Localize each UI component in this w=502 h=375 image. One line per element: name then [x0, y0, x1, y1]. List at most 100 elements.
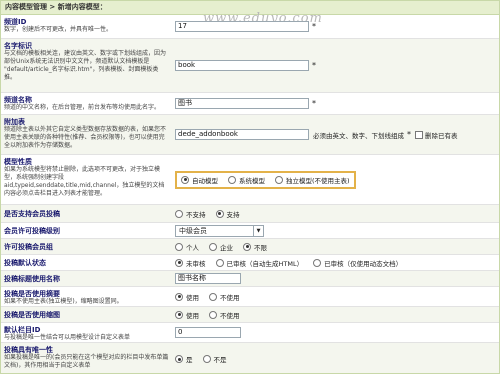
row-model-type: 模型性质 如果为系统模型将禁止删除，此选项不可更改，对于独立模型，系统强制创建字段…	[1, 155, 499, 205]
status-option-unreviewed[interactable]: 未审核	[175, 258, 206, 268]
option-label: 企业	[220, 243, 233, 252]
label: 投稿是否使用摘要	[4, 290, 60, 298]
desc: 频道除主表以外其它自定义类型数据存放数据的表，如果您不使用主表关联的各种特性(推…	[4, 126, 167, 149]
row-default-status: 投稿默认状态 未审核 已审核（自动生成HTML） 已审核（仅使用动态文档）	[1, 255, 499, 271]
label: 默认栏目ID	[4, 326, 41, 334]
option-label: 不支持	[186, 210, 206, 219]
desc: 与投稿是唯一性结合可以用模型设计自定义表单	[4, 334, 131, 341]
row-name-id: 名字标识 与文档的模板相关连，建议由英文、数字或下划线组成，因为部份Unix系统无…	[1, 39, 499, 93]
summary-option-no[interactable]: 不使用	[209, 292, 240, 302]
row-member-group: 许可投稿会员组 个人 企业 不限	[1, 239, 499, 255]
unique-option-no[interactable]: 不是	[202, 354, 227, 364]
row-unique: 投稿具有唯一性 如果投稿是唯一的(会员只能在这个模型对应的栏目中发布单篇文档)，其…	[1, 343, 499, 373]
unique-option-yes[interactable]: 是	[175, 354, 193, 364]
option-label: 使用	[186, 293, 199, 302]
radio-icon	[215, 209, 224, 218]
option-label: 已审核（仅使用动态文档）	[324, 259, 403, 268]
required-mark: *	[312, 99, 316, 108]
option-label: 支持	[226, 210, 240, 219]
radio-icon	[313, 258, 322, 267]
label: 频道名称	[4, 96, 32, 104]
select-value: 中级会员	[179, 226, 207, 235]
radio-icon	[175, 242, 183, 251]
row-title-name: 投稿标题使用名称 图书名称	[1, 271, 499, 287]
delete-table-checkbox[interactable]	[415, 130, 423, 139]
option-label: 是	[186, 356, 193, 364]
radio-icon	[209, 242, 217, 251]
model-type-option-standalone[interactable]: 独立模型(不使用主表)	[275, 175, 350, 185]
desc: 如果投稿是唯一的(会员只能在这个模型对应的栏目中发布单篇文档)，其作用相当于自定…	[4, 354, 169, 369]
desc: 如果不使用主表(独立模型)，缩略图设置同。	[4, 298, 123, 305]
chevron-down-icon: ▼	[253, 225, 263, 236]
option-label: 未审核	[186, 259, 206, 268]
row-member-level: 会员许可投稿级别 中级会员 ▼	[1, 223, 499, 239]
radio-icon	[209, 310, 217, 319]
option-label: 系统模型	[239, 176, 265, 185]
option-label: 已审核（自动生成HTML）	[226, 259, 304, 268]
row-default-column: 默认栏目ID 与投稿是唯一性结合可以用模型设计自定义表单 0	[1, 323, 499, 343]
status-option-html[interactable]: 已审核（自动生成HTML）	[215, 258, 304, 268]
radio-icon	[228, 175, 236, 184]
label: 频道ID	[4, 18, 27, 26]
radio-icon	[175, 258, 183, 267]
member-level-select[interactable]: 中级会员 ▼	[175, 224, 264, 237]
model-type-group: 自动模型 系统模型 独立模型(不使用主表)	[175, 170, 356, 189]
addon-table-input[interactable]: dede_addonbook	[175, 129, 309, 140]
label: 模型性质	[4, 158, 32, 166]
desc: 数字，创建后不可更改，并具有唯一性。	[4, 26, 113, 33]
channel-name-input[interactable]: 图书	[175, 98, 309, 109]
page-title: 内容模型管理 > 新增内容模型：	[5, 3, 107, 11]
channel-id-input[interactable]: 17	[175, 21, 309, 32]
row-channel-id: 频道ID 数字，创建后不可更改，并具有唯一性。 17 *	[1, 15, 499, 39]
label: 投稿标题使用名称	[4, 275, 60, 283]
member-group-option-company[interactable]: 企业	[209, 242, 233, 252]
radio-icon	[209, 292, 217, 301]
row-channel-name: 频道名称 频道的中文名称，在后台管理，前台发布等均使用此名字。 图书 *	[1, 93, 499, 115]
support-member-option-no[interactable]: 不支持	[175, 209, 206, 219]
required-mark: *	[312, 22, 316, 31]
support-member-option-yes[interactable]: 支持	[215, 209, 240, 219]
status-option-dynamic[interactable]: 已审核（仅使用动态文档）	[313, 258, 402, 268]
row-support-member: 是否支持会员投稿 不支持 支持	[1, 205, 499, 223]
radio-icon	[275, 175, 283, 184]
label: 投稿默认状态	[4, 259, 46, 267]
row-use-summary: 投稿是否使用摘要 如果不使用主表(独立模型)，缩略图设置同。 使用 不使用	[1, 287, 499, 307]
label: 名字标识	[4, 42, 32, 50]
radio-icon	[243, 242, 251, 251]
title-name-input[interactable]: 图书名称	[175, 273, 241, 284]
model-type-option-auto[interactable]: 自动模型	[181, 175, 218, 185]
radio-icon	[175, 355, 183, 363]
member-group-option-any[interactable]: 不限	[243, 242, 267, 252]
label: 投稿具有唯一性	[4, 346, 53, 354]
row-use-thumb: 投稿是否使用缩图 使用 不使用	[1, 307, 499, 323]
radio-icon	[215, 258, 224, 267]
delete-table-label: 删除已有表	[425, 131, 458, 140]
default-column-input[interactable]: 0	[175, 327, 241, 338]
desc: 与文档的模板相关连，建议由英文、数字或下划线组成，因为部份Unix系统无法识别中…	[4, 50, 167, 81]
model-type-option-system[interactable]: 系统模型	[228, 175, 265, 185]
option-label: 使用	[186, 311, 199, 320]
option-label: 自动模型	[192, 176, 218, 185]
option-label: 个人	[186, 243, 199, 252]
form-panel: 内容模型管理 > 新增内容模型： www.eduyo.com 频道ID 数字，创建…	[0, 0, 500, 374]
label: 投稿是否使用缩图	[4, 311, 60, 319]
option-label: 不限	[254, 243, 267, 252]
name-id-input[interactable]: book	[175, 60, 309, 71]
radio-icon	[181, 175, 189, 184]
label: 附加表	[4, 118, 25, 126]
desc: 频道的中文名称，在后台管理，前台发布等均使用此名字。	[4, 104, 161, 111]
label: 是否支持会员投稿	[4, 210, 60, 218]
row-addon-table: 附加表 频道除主表以外其它自定义类型数据存放数据的表，如果您不使用主表关联的各种特…	[1, 115, 499, 155]
required-mark: *	[312, 61, 316, 70]
member-group-option-personal[interactable]: 个人	[175, 242, 199, 252]
summary-option-yes[interactable]: 使用	[175, 292, 199, 302]
thumb-option-yes[interactable]: 使用	[175, 310, 199, 320]
option-label: 独立模型(不使用主表)	[286, 176, 350, 185]
radio-icon	[175, 310, 183, 319]
thumb-option-no[interactable]: 不使用	[209, 310, 240, 320]
option-label: 不使用	[220, 293, 240, 302]
option-label: 不使用	[220, 311, 240, 320]
radio-icon	[202, 355, 211, 363]
desc: 如果为系统模型将禁止删除，此选项不可更改，对于独立模型，系统强制创建字段aid,…	[4, 166, 165, 197]
option-label: 不是	[213, 356, 227, 364]
